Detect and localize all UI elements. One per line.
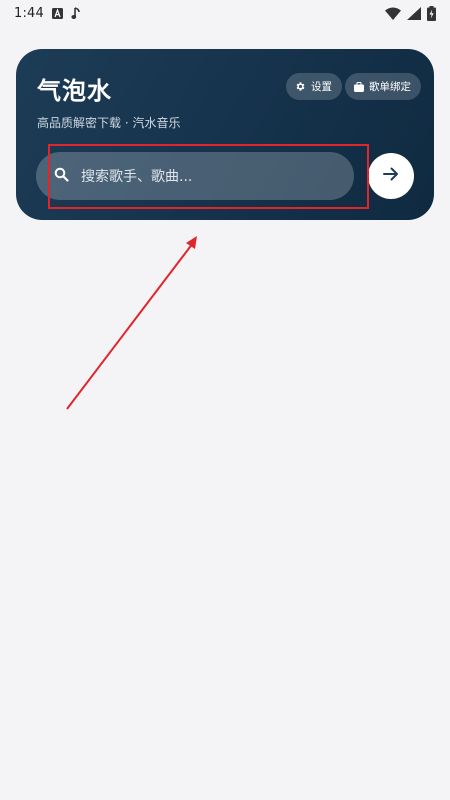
status-bar: 1:44 — [0, 0, 450, 26]
gear-icon — [295, 81, 306, 92]
hero-card: 气泡水 高品质解密下载 · 汽水音乐 设置 歌单绑定 搜索歌手、歌曲... — [16, 49, 434, 220]
playlist-bind-label: 歌单绑定 — [369, 81, 411, 93]
music-note-icon — [71, 6, 81, 20]
status-time: 1:44 — [14, 5, 44, 21]
app-subtitle: 高品质解密下载 · 汽水音乐 — [37, 116, 181, 130]
settings-label: 设置 — [311, 81, 332, 93]
search-input[interactable]: 搜索歌手、歌曲... — [81, 166, 192, 186]
search-icon — [54, 167, 69, 186]
briefcase-icon — [354, 81, 364, 92]
settings-button[interactable]: 设置 — [286, 73, 342, 100]
app-title: 气泡水 — [37, 77, 112, 105]
search-field[interactable]: 搜索歌手、歌曲... — [36, 152, 354, 200]
playlist-bind-button[interactable]: 歌单绑定 — [345, 73, 421, 100]
cellular-signal-icon — [407, 6, 421, 20]
status-left: 1:44 — [14, 6, 81, 21]
arrow-right-icon — [382, 166, 400, 186]
status-right — [385, 5, 436, 21]
wifi-icon — [385, 7, 401, 20]
battery-charging-icon — [427, 5, 436, 21]
text-a-icon — [52, 7, 63, 19]
search-submit-button[interactable] — [368, 153, 414, 199]
